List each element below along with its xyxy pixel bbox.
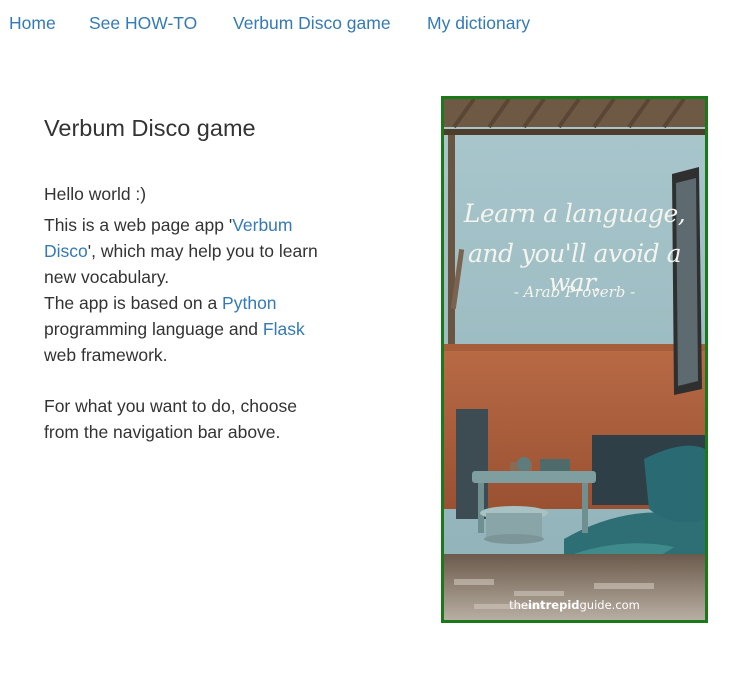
nav-howto-link[interactable]: See HOW-TO (89, 13, 197, 33)
quote-poster-image: Learn a language, and you'll avoid a war… (441, 96, 708, 623)
flask-link[interactable]: Flask (263, 319, 305, 339)
intro-paragraph: This is a web page app 'Verbum Disco', w… (44, 212, 336, 368)
poster-brand-logo: theintrepidguide.com (444, 598, 705, 612)
intro-text-1: This is a web page app ' (44, 215, 233, 235)
intro-text-5: web framework. (44, 345, 168, 365)
brand-suffix: guide.com (579, 598, 640, 612)
poster-quote-line-1: Learn a language, (463, 199, 686, 228)
poster-attribution: - Arab Proverb - (513, 283, 636, 301)
page-title: Verbum Disco game (44, 115, 256, 141)
navigation-hint: For what you want to do, choose from the… (44, 396, 297, 442)
top-navbar: Home See HOW-TO Verbum Disco game My dic… (0, 0, 742, 46)
nav-home-link[interactable]: Home (9, 13, 56, 33)
brand-bold: intrepid (527, 598, 580, 612)
nav-dictionary-link[interactable]: My dictionary (427, 13, 530, 33)
brand-prefix: the (509, 598, 528, 612)
intro-text-3: The app is based on a (44, 293, 223, 313)
nav-game-link[interactable]: Verbum Disco game (233, 13, 391, 33)
greeting-text: Hello world :) (44, 184, 147, 204)
python-link[interactable]: Python (222, 293, 276, 313)
main-content: Verbum Disco game Hello world :) This is… (44, 112, 344, 442)
intro-text-4: programming language and (44, 319, 263, 339)
poster-scene-illustration (444, 99, 705, 620)
